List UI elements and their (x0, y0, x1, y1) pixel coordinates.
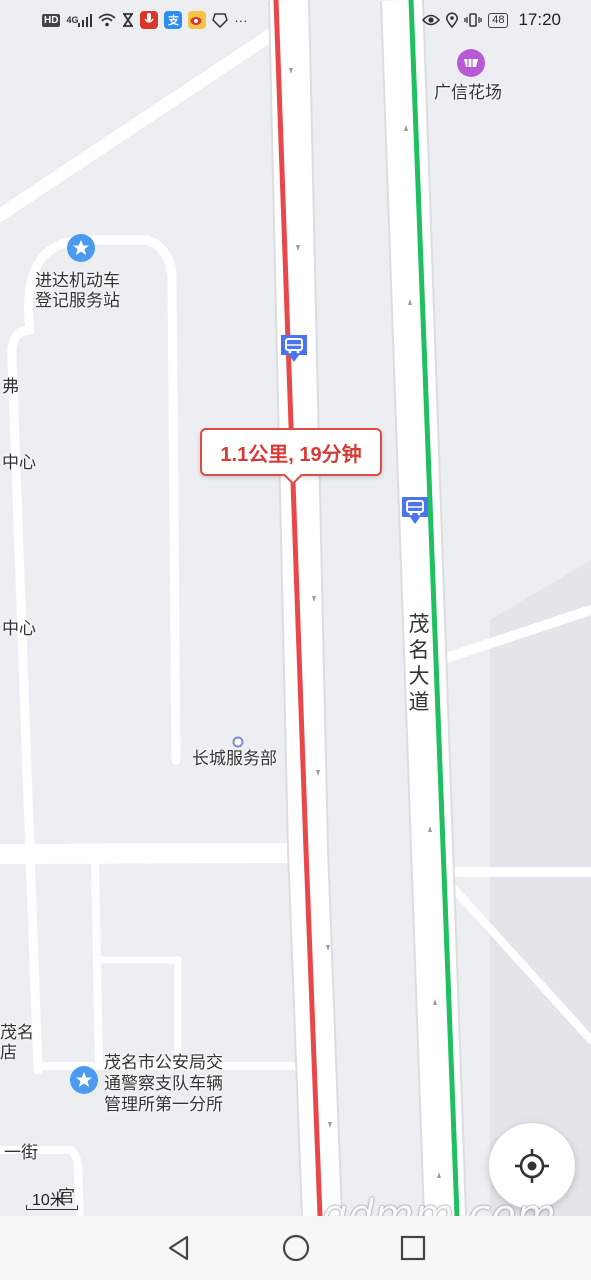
status-left: HD 4G 支 ··· (42, 11, 247, 29)
poi-label-police-line1[interactable]: 茂名市公安局交 (104, 1052, 223, 1073)
home-button[interactable] (276, 1228, 316, 1268)
map-block (490, 560, 591, 1216)
vibrate-icon (464, 13, 482, 27)
route-summary-bubble[interactable]: 1.1公里, 19分钟 (200, 428, 382, 476)
map-view[interactable] (0, 0, 591, 1216)
scale-ruler (26, 1205, 78, 1210)
road-name-maoming-avenue: 茂名大道 (408, 613, 430, 714)
crosshair-icon (515, 1149, 549, 1183)
hd-icon: HD (42, 13, 61, 27)
hourglass-icon (122, 13, 134, 27)
poi-label-guangxin[interactable]: 广信花场 (434, 82, 502, 103)
poi-label-partial-dian[interactable]: 店 (0, 1042, 17, 1063)
poi-label-jinda-line1[interactable]: 进达机动车 (35, 270, 120, 291)
poi-label-partial-fu[interactable]: 弗 (2, 376, 19, 397)
poi-label-partial-center[interactable]: 中心 (2, 452, 36, 473)
recent-apps-button[interactable] (393, 1228, 433, 1268)
poi-label-partial-center[interactable]: 中心 (2, 618, 36, 639)
street-label-partial: 一街 (4, 1143, 38, 1162)
clock: 17:20 (518, 10, 561, 29)
poi-label-partial-maoming[interactable]: 茂名 (0, 1022, 34, 1043)
hand-icon (212, 12, 229, 28)
signal-icon: 4G (66, 13, 93, 27)
location-icon (446, 12, 459, 28)
weibo-icon (188, 11, 207, 29)
wifi-icon (98, 13, 117, 27)
star-poi-icon[interactable] (70, 1066, 98, 1094)
poi-label-police-line2[interactable]: 通警察支队车辆 (104, 1073, 223, 1094)
poi-label-changcheng[interactable]: 长城服务部 (192, 748, 277, 769)
poi-label-police-line3[interactable]: 管理所第一分所 (104, 1094, 223, 1115)
poi-label-jinda-line2[interactable]: 登记服务站 (35, 290, 120, 311)
eye-icon (422, 14, 441, 26)
status-bar: HD 4G 支 ··· 48 17:20 (0, 0, 591, 40)
circle-home-icon (282, 1234, 309, 1262)
map-scale: 10米 (24, 1186, 80, 1212)
system-nav-bar (0, 1216, 591, 1280)
alipay-icon: 支 (164, 11, 183, 29)
back-button[interactable] (159, 1228, 199, 1268)
battery-icon: 48 (488, 12, 509, 28)
status-right: 48 17:20 (422, 10, 561, 30)
more-icon: ··· (234, 12, 248, 28)
shop-poi-icon[interactable] (457, 49, 485, 77)
triangle-back-icon (168, 1235, 188, 1261)
star-poi-icon[interactable] (67, 234, 95, 262)
dot-poi-icon[interactable] (232, 736, 244, 748)
mic-app-icon (140, 11, 159, 29)
square-recent-icon (400, 1235, 425, 1261)
network-type: 4G (66, 15, 79, 25)
